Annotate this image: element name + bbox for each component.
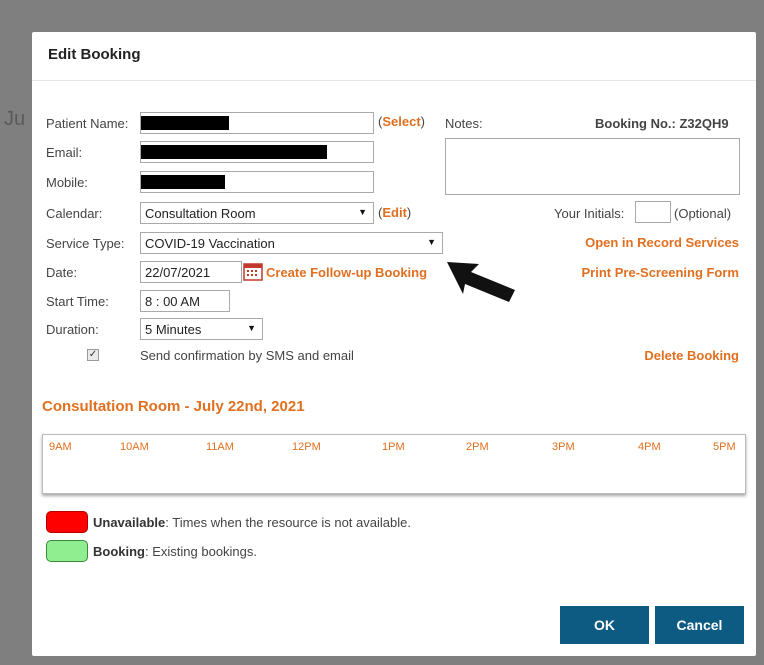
- send-confirmation-label: Send confirmation by SMS and email: [140, 348, 354, 363]
- timeline-tick: 10AM: [120, 441, 149, 453]
- send-confirmation-checkbox[interactable]: ✓: [87, 349, 99, 361]
- service-type-label: Service Type:: [46, 236, 125, 251]
- calendar-icon[interactable]: [243, 261, 263, 281]
- duration-label: Duration:: [46, 322, 99, 337]
- pointer-arrow-icon: [445, 256, 517, 304]
- date-input[interactable]: 22/07/2021: [140, 261, 242, 283]
- timeline-tick: 3PM: [552, 441, 575, 453]
- booking-swatch: [46, 540, 88, 562]
- start-time-input[interactable]: 8 : 00 AM: [140, 290, 230, 312]
- timeline-tick: 1PM: [382, 441, 405, 453]
- email-input[interactable]: [140, 141, 374, 163]
- redaction-bar: [141, 116, 229, 130]
- initials-input[interactable]: [635, 201, 671, 223]
- calendar-label: Calendar:: [46, 206, 103, 221]
- mobile-input[interactable]: [140, 171, 374, 193]
- create-follow-up-link[interactable]: Create Follow-up Booking: [266, 265, 427, 280]
- cancel-button[interactable]: Cancel: [655, 606, 744, 644]
- timeline-tick: 9AM: [49, 441, 72, 453]
- calendar-select[interactable]: Consultation Room ▼: [140, 202, 374, 224]
- redaction-bar: [141, 145, 327, 159]
- notes-label: Notes:: [445, 116, 483, 131]
- timeline-tick: 12PM: [292, 441, 321, 453]
- notes-textarea[interactable]: [445, 138, 740, 195]
- patient-name-label: Patient Name:: [46, 116, 129, 131]
- initials-optional: (Optional): [674, 206, 732, 221]
- duration-select[interactable]: 5 Minutes ▼: [140, 318, 263, 340]
- booking-number: Booking No.: Z32QH9: [595, 116, 729, 131]
- redaction-bar: [141, 175, 225, 189]
- dropdown-arrow-icon: ▼: [427, 237, 436, 247]
- delete-booking-link[interactable]: Delete Booking: [644, 348, 739, 363]
- email-label: Email:: [46, 145, 83, 160]
- legend-booking: Booking: Existing bookings.: [93, 544, 258, 559]
- ok-button[interactable]: OK: [560, 606, 649, 644]
- unavailable-swatch: [46, 511, 88, 533]
- timeline-tick: 4PM: [638, 441, 661, 453]
- initials-label: Your Initials:: [554, 206, 625, 221]
- schedule-title: Consultation Room - July 22nd, 2021: [42, 398, 305, 415]
- select-patient-link-wrap: (Select): [378, 114, 425, 129]
- print-pre-screening-link[interactable]: Print Pre-Screening Form: [582, 265, 739, 280]
- patient-name-input[interactable]: [140, 112, 374, 134]
- timeline-tick: 5PM: [713, 441, 736, 453]
- edit-calendar-link[interactable]: Edit: [382, 205, 407, 220]
- dialog-title: Edit Booking: [32, 32, 756, 81]
- edit-calendar-link-wrap: (Edit): [378, 205, 412, 220]
- edit-booking-dialog: Edit Booking Patient Name: (Select) Note…: [32, 32, 756, 656]
- dropdown-arrow-icon: ▼: [358, 207, 367, 217]
- select-patient-link[interactable]: Select: [382, 114, 420, 129]
- date-label: Date:: [46, 265, 78, 280]
- service-type-select[interactable]: COVID-19 Vaccination ▼: [140, 232, 443, 254]
- schedule-timeline[interactable]: 9AM 10AM 11AM 12PM 1PM 2PM 3PM 4PM 5PM: [42, 434, 746, 494]
- dropdown-arrow-icon: ▼: [247, 323, 256, 333]
- legend-unavailable: Unavailable: Times when the resource is …: [93, 515, 411, 530]
- background-text: Ju: [4, 108, 26, 130]
- open-record-services-link[interactable]: Open in Record Services: [585, 235, 739, 250]
- timeline-tick: 11AM: [206, 441, 234, 453]
- mobile-label: Mobile:: [46, 175, 88, 190]
- timeline-tick: 2PM: [466, 441, 489, 453]
- start-time-label: Start Time:: [46, 294, 109, 309]
